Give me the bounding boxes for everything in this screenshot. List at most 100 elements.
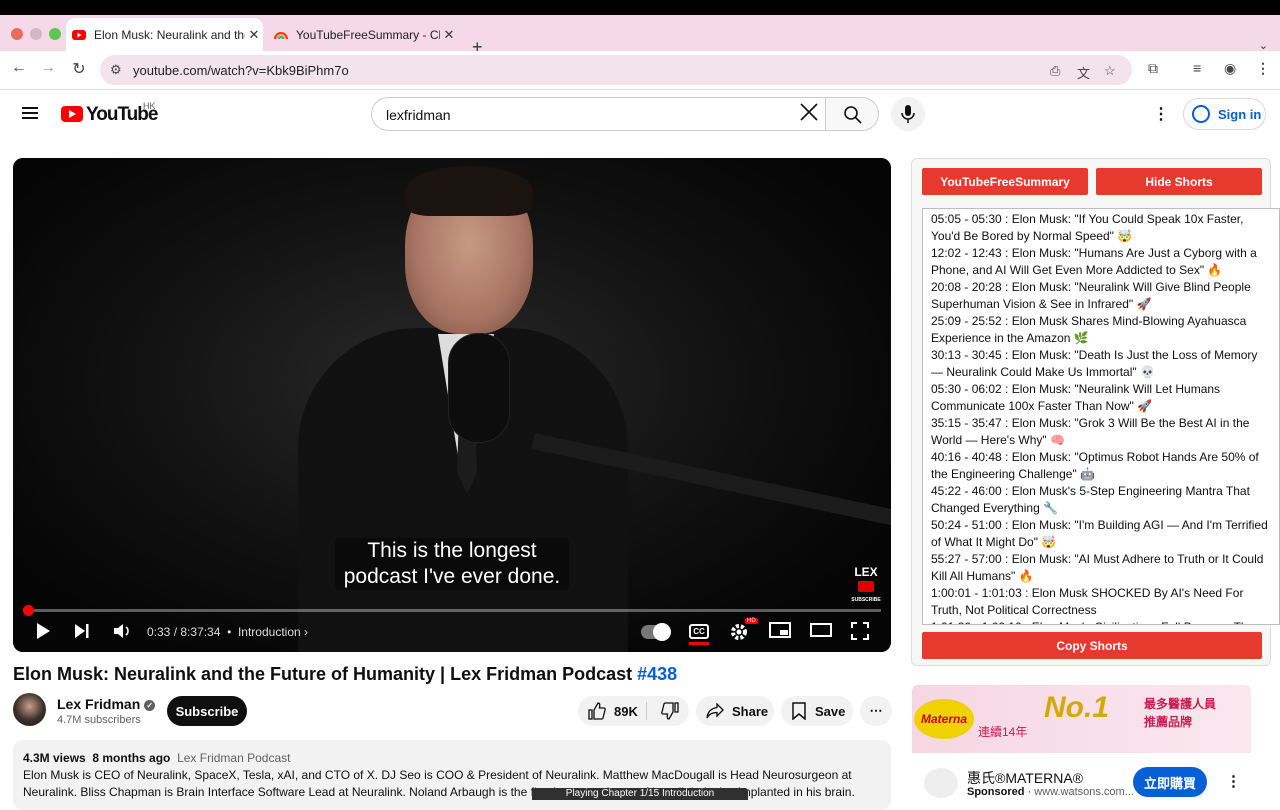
channel-name[interactable]: Lex Fridman ✓ xyxy=(57,696,156,712)
like-icon[interactable] xyxy=(588,702,606,720)
channel-avatar[interactable] xyxy=(13,693,46,726)
short-item[interactable]: 1:00:01 - 1:01:03 : Elon Musk SHOCKED By… xyxy=(931,585,1271,619)
profile-icon[interactable]: ◉ xyxy=(1224,60,1236,77)
shorts-list[interactable]: 05:05 - 05:30 : Elon Musk: "If You Could… xyxy=(922,208,1280,625)
subscribe-button[interactable]: Subscribe xyxy=(167,696,247,726)
voice-search-button[interactable] xyxy=(891,97,925,131)
extensions-icon[interactable]: ⧉ xyxy=(1148,60,1158,77)
youtube-logo-icon[interactable] xyxy=(61,106,83,122)
buy-now-button[interactable]: 立即購買 xyxy=(1133,767,1207,797)
bookmark-star-icon[interactable]: ☆ xyxy=(1104,63,1116,79)
site-info-icon[interactable]: ⚙ xyxy=(110,62,122,78)
close-window-button[interactable] xyxy=(11,28,23,40)
short-item[interactable]: 35:15 - 35:47 : Elon Musk: "Grok 3 Will … xyxy=(931,415,1271,449)
like-divider xyxy=(646,702,647,720)
short-item[interactable]: 55:27 - 57:00 : Elon Musk: "AI Must Adhe… xyxy=(931,551,1271,585)
youtubefreesummary-panel: YouTubeFreeSummary Hide Shorts 05:05 - 0… xyxy=(911,158,1280,666)
watermark-play-icon xyxy=(858,581,874,592)
settings-menu-icon[interactable]: ⋮ xyxy=(1153,104,1169,124)
short-item[interactable]: 05:05 - 05:30 : Elon Musk: "If You Could… xyxy=(931,211,1271,245)
fullscreen-icon[interactable] xyxy=(851,622,869,640)
episode-hashtag[interactable]: #438 xyxy=(637,664,677,684)
closed-caption: This is the longest podcast I've ever do… xyxy=(335,538,569,590)
advertiser-name[interactable]: 惠氏®MATERNA® xyxy=(967,768,1083,788)
caption-line-2: podcast I've ever done. xyxy=(343,565,561,588)
forward-icon[interactable]: → xyxy=(38,59,58,77)
play-icon[interactable] xyxy=(35,622,51,640)
share-label: Share xyxy=(732,703,769,719)
channel-watermark[interactable]: LEX SUBSCRIBE xyxy=(848,566,884,607)
tab-youtube-video[interactable]: Elon Musk: Neuralink and the ✕ xyxy=(66,18,263,51)
watermark-subscribe: SUBSCRIBE xyxy=(851,597,881,603)
short-item[interactable]: 25:09 - 25:52 : Elon Musk Shares Mind-Bl… xyxy=(931,313,1271,347)
ad-url: www.watsons.com... xyxy=(1034,786,1134,798)
like-count[interactable]: 89K xyxy=(614,704,638,719)
more-actions-button[interactable]: ⋯ xyxy=(860,696,892,726)
volume-icon[interactable] xyxy=(113,622,133,640)
autoplay-toggle[interactable] xyxy=(641,623,671,641)
tab-strip: Elon Musk: Neuralink and the ✕ YouTubeFr… xyxy=(0,15,1280,56)
copy-shorts-button[interactable]: Copy Shorts xyxy=(922,632,1262,659)
description-meta: 4.3M views 8 months ago Lex Fridman Podc… xyxy=(23,750,881,767)
subscriber-count: 4.7M subscribers xyxy=(57,714,141,726)
tab-title: Elon Musk: Neuralink and the xyxy=(94,27,245,42)
reload-icon[interactable]: ↻ xyxy=(69,59,89,79)
progress-bar[interactable] xyxy=(23,605,881,616)
clear-search-icon[interactable] xyxy=(798,101,820,123)
short-item[interactable]: 05:30 - 06:02 : Elon Musk: "Neuralink Wi… xyxy=(931,381,1271,415)
time-value: 0:33 / 8:37:34 xyxy=(147,625,221,639)
upload-age: 8 months ago xyxy=(92,751,171,765)
channel-name-text[interactable]: Lex Fridman xyxy=(57,696,140,712)
banner-no1: No.1 xyxy=(1044,691,1110,724)
short-item[interactable]: 1:01:20 - 1:02:10 : Elon Musk: Civilizat… xyxy=(931,619,1271,624)
settings-gear-icon[interactable] xyxy=(729,622,749,642)
translate-icon[interactable]: 文 xyxy=(1077,63,1090,82)
save-button[interactable]: Save xyxy=(781,696,853,726)
short-item[interactable]: 45:22 - 46:00 : Elon Musk's 5-Step Engin… xyxy=(931,483,1271,517)
hide-shorts-button[interactable]: Hide Shorts xyxy=(1096,168,1262,195)
next-video-icon[interactable] xyxy=(73,622,91,640)
miniplayer-icon[interactable] xyxy=(769,622,791,638)
short-item[interactable]: 12:02 - 12:43 : Elon Musk: "Humans Are J… xyxy=(931,245,1271,279)
address-bar[interactable]: ⚙ youtube.com/watch?v=Kbk9BiPhm7o ⎙ 文 ☆ xyxy=(100,55,1132,85)
close-tab-icon[interactable]: ✕ xyxy=(245,27,263,43)
sponsored-label: Sponsored xyxy=(967,786,1025,798)
subtitles-button[interactable]: CC xyxy=(689,624,709,639)
sign-in-label: Sign in xyxy=(1218,106,1262,122)
dislike-icon[interactable] xyxy=(661,702,679,720)
hamburger-menu-icon[interactable] xyxy=(22,107,38,119)
sign-in-button[interactable]: Sign in xyxy=(1183,98,1266,130)
share-button[interactable]: Share xyxy=(696,696,774,726)
video-title: Elon Musk: Neuralink and the Future of H… xyxy=(13,664,677,685)
media-controls-icon[interactable]: ≡ xyxy=(1193,60,1201,76)
search-button[interactable] xyxy=(825,97,879,131)
theater-mode-icon[interactable] xyxy=(810,622,832,638)
minimize-window-button[interactable] xyxy=(30,28,42,40)
chapter-title[interactable]: Introduction xyxy=(238,625,301,639)
ad-banner[interactable]: Materna 連續14年 No.1 最多醫護人員 推薦品牌 xyxy=(912,685,1251,753)
subtitles-active-indicator xyxy=(689,642,709,645)
browser-menu-icon[interactable]: ⋮ xyxy=(1256,60,1270,77)
microphone-icon xyxy=(901,105,915,123)
short-item[interactable]: 40:16 - 40:48 : Elon Musk: "Optimus Robo… xyxy=(931,449,1271,483)
short-item[interactable]: 30:13 - 30:45 : Elon Musk: "Death Is Jus… xyxy=(931,347,1271,381)
install-app-icon[interactable]: ⎙ xyxy=(1050,63,1060,79)
materna-logo: Materna xyxy=(914,699,974,739)
tab-youtubefreesummary[interactable]: YouTubeFreeSummary - Chro ✕ xyxy=(268,18,458,51)
search-query: lexfridman xyxy=(386,107,451,123)
back-icon[interactable]: ← xyxy=(9,59,29,77)
more-actions-icon: ⋯ xyxy=(869,703,883,718)
advertiser-logo[interactable] xyxy=(924,768,958,798)
description-channel[interactable]: Lex Fridman Podcast xyxy=(177,751,290,765)
banner-years: 連續14年 xyxy=(978,725,1028,739)
short-item[interactable]: 20:08 - 20:28 : Elon Musk: "Neuralink Wi… xyxy=(931,279,1271,313)
close-tab-icon[interactable]: ✕ xyxy=(440,27,458,43)
ad-menu-icon[interactable]: ⋮ xyxy=(1226,772,1241,790)
video-player[interactable]: This is the longest podcast I've ever do… xyxy=(13,158,891,652)
short-item[interactable]: 50:24 - 51:00 : Elon Musk: "I'm Building… xyxy=(931,517,1271,551)
youtubefreesummary-button[interactable]: YouTubeFreeSummary xyxy=(922,168,1088,195)
address-bar-row: ← → ↻ ⚙ youtube.com/watch?v=Kbk9BiPhm7o … xyxy=(0,51,1280,90)
screen-top-bar xyxy=(0,0,1280,15)
zoom-window-button[interactable] xyxy=(49,28,61,40)
search-input[interactable]: lexfridman xyxy=(371,97,826,131)
